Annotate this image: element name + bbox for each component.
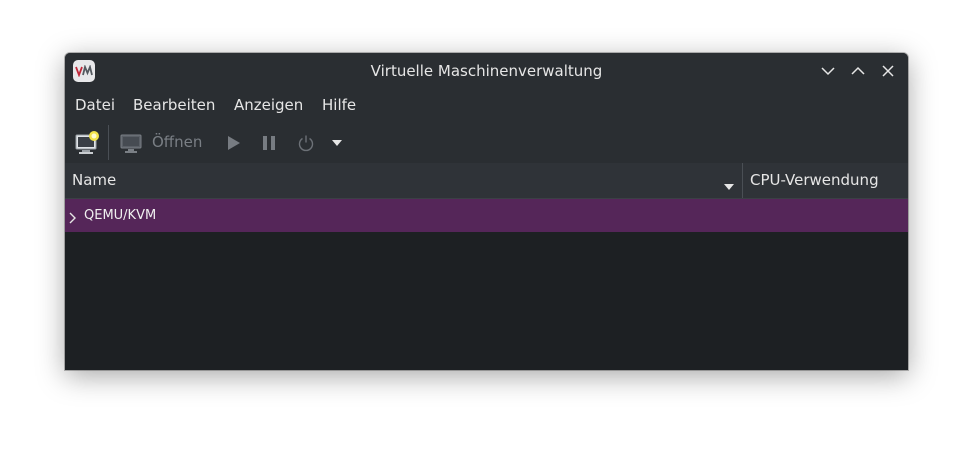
toolbar: Öffnen: [65, 122, 908, 163]
menu-bar: Datei Bearbeiten Anzeigen Hilfe: [65, 89, 908, 122]
run-button[interactable]: [224, 134, 242, 152]
connection-list[interactable]: QEMU/KVM: [65, 199, 908, 370]
title-bar[interactable]: Virtuelle Maschinenverwaltung: [65, 53, 908, 89]
menu-datei[interactable]: Datei: [75, 89, 115, 122]
menu-bearbeiten[interactable]: Bearbeiten: [133, 89, 215, 122]
pause-button[interactable]: [260, 134, 278, 152]
play-icon: [228, 136, 240, 150]
close-button[interactable]: [879, 62, 897, 80]
maximize-button[interactable]: [849, 62, 867, 80]
shutdown-menu-button[interactable]: [330, 137, 344, 149]
chevron-down-icon: [821, 67, 835, 76]
close-icon: [882, 65, 894, 77]
open-button-icon[interactable]: [119, 131, 143, 155]
menu-anzeigen[interactable]: Anzeigen: [234, 89, 303, 122]
caret-down-icon: [332, 140, 342, 146]
chevron-up-icon: [851, 66, 865, 75]
minimize-button[interactable]: [819, 62, 837, 80]
column-separator[interactable]: [742, 163, 743, 198]
open-button-label[interactable]: Öffnen: [152, 122, 202, 163]
expand-toggle[interactable]: [69, 209, 77, 228]
sort-indicator[interactable]: [723, 176, 735, 195]
table-row[interactable]: QEMU/KVM: [65, 199, 908, 232]
window-title: Virtuelle Maschinenverwaltung: [370, 62, 603, 80]
sort-down-icon: [724, 184, 734, 190]
toolbar-separator: [108, 125, 109, 160]
new-vm-button[interactable]: [74, 130, 100, 156]
connection-label: QEMU/KVM: [84, 208, 157, 223]
table-header: Name CPU-Verwendung: [65, 163, 908, 199]
column-header-name[interactable]: Name: [72, 163, 116, 198]
column-header-cpu[interactable]: CPU-Verwendung: [750, 163, 879, 198]
chevron-right-icon: [69, 212, 76, 224]
menu-hilfe[interactable]: Hilfe: [322, 89, 356, 122]
new-vm-icon: [75, 131, 99, 154]
power-icon: [298, 135, 314, 152]
shutdown-button[interactable]: [296, 133, 316, 153]
pause-icon: [263, 136, 275, 150]
main-window: Virtuelle Maschinenverwaltung Datei Bear…: [65, 53, 908, 370]
monitor-icon: [120, 134, 142, 153]
